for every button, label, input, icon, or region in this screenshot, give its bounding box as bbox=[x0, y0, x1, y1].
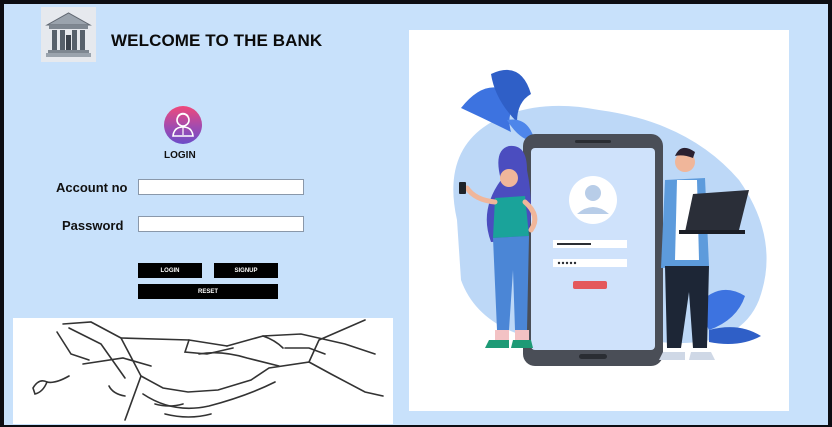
app-window: WELCOME TO THE BANK LOGIN Account no Pas… bbox=[4, 4, 828, 425]
bank-logo bbox=[41, 7, 96, 62]
reset-button[interactable]: RESET bbox=[138, 284, 278, 299]
signup-button[interactable]: SIGNUP bbox=[214, 263, 278, 278]
handshake-image bbox=[13, 318, 393, 424]
password-input[interactable] bbox=[138, 216, 304, 232]
user-avatar-icon bbox=[164, 106, 202, 144]
account-no-input[interactable] bbox=[138, 179, 304, 195]
bank-building-icon bbox=[41, 7, 96, 62]
password-label: Password bbox=[62, 218, 124, 233]
page-title: WELCOME TO THE BANK bbox=[111, 31, 323, 50]
login-caption: LOGIN bbox=[164, 150, 196, 161]
mobile-login-illustration bbox=[409, 30, 789, 411]
handshake-sketch-icon bbox=[32, 319, 384, 421]
account-no-label: Account no bbox=[56, 180, 128, 195]
mobile-login-illustration-icon bbox=[453, 69, 767, 366]
login-button[interactable]: LOGIN bbox=[138, 263, 202, 278]
